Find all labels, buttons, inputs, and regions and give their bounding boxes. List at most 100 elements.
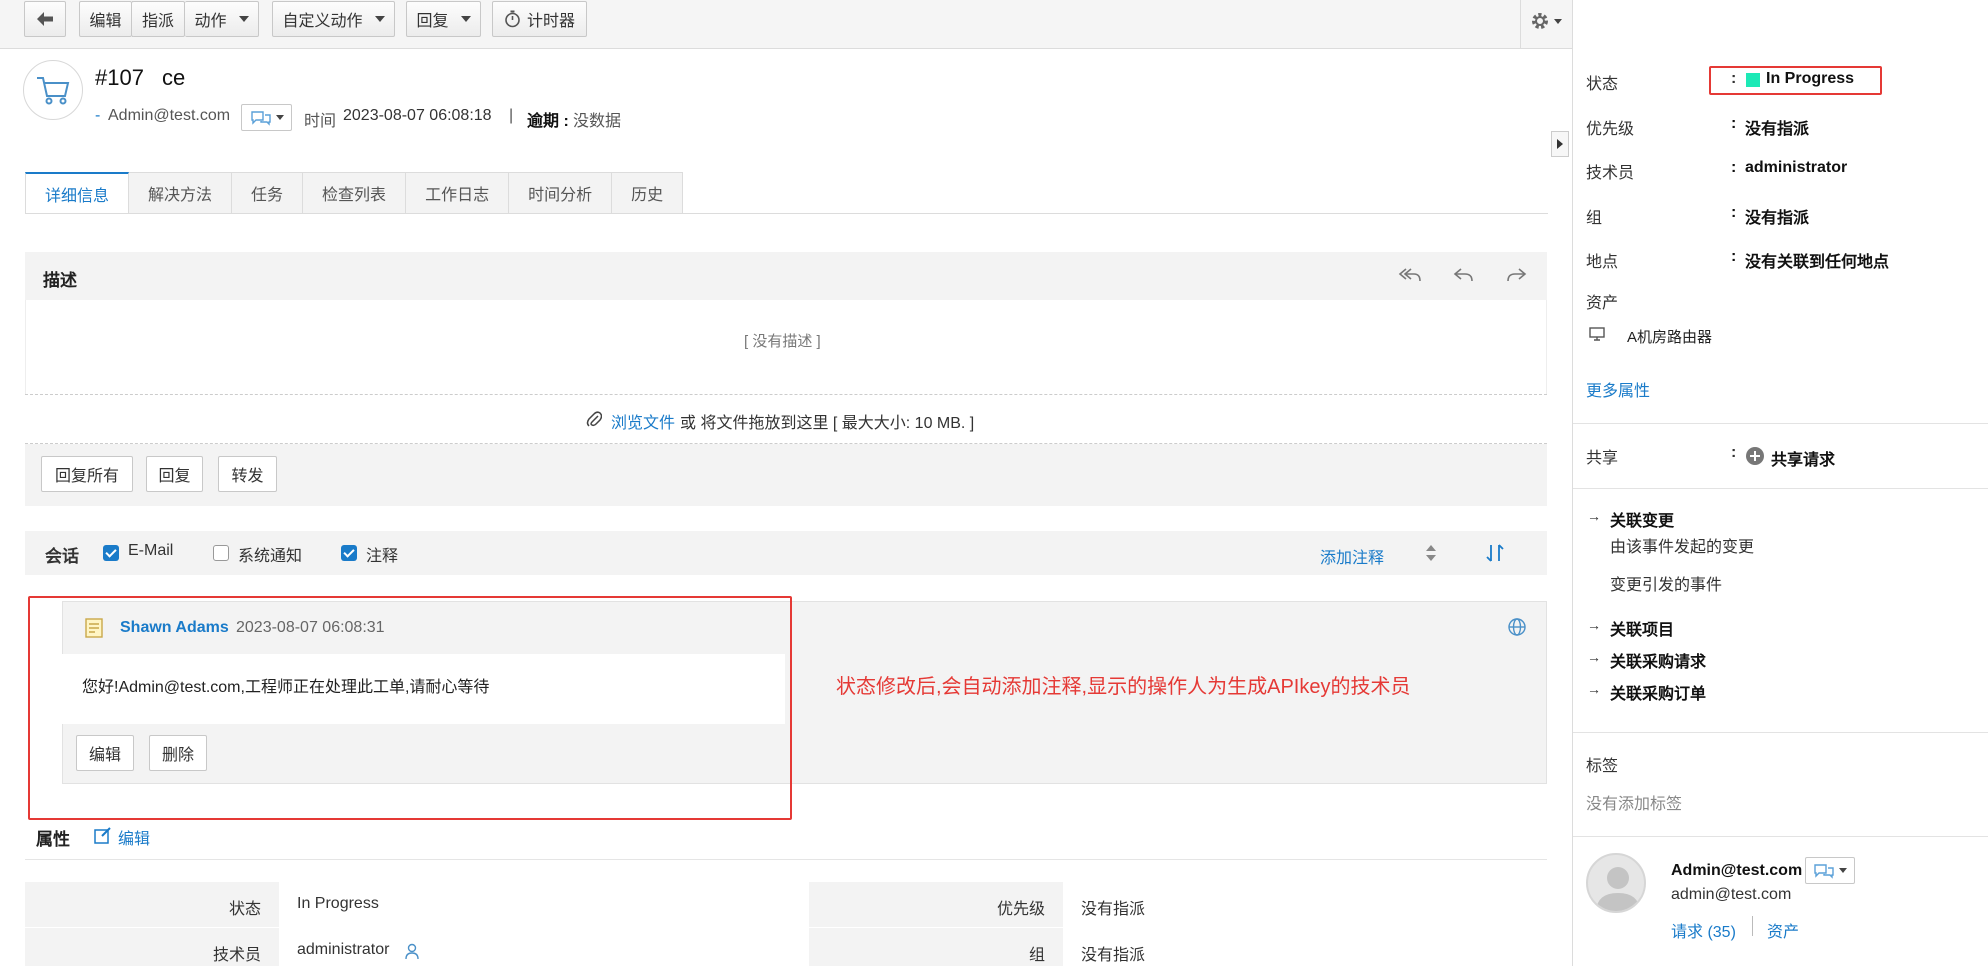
back-arrow-icon: [37, 12, 53, 26]
reply-all-button[interactable]: 回复所有: [41, 456, 133, 492]
chevron-right-icon: [1557, 139, 1563, 149]
linked-purchase-requests-title[interactable]: 关联采购请求: [1610, 648, 1706, 672]
linked-purchase-orders-title[interactable]: 关联采购订单: [1610, 680, 1706, 704]
chevron-down-icon: [460, 16, 471, 22]
user-email: admin@test.com: [1671, 886, 1792, 903]
asset-link[interactable]: A机房路由器: [1627, 326, 1712, 347]
edit-icon[interactable]: [94, 826, 112, 844]
status-label: 状态: [1586, 76, 1619, 93]
technician-icon[interactable]: [403, 942, 421, 960]
arrow-right-icon: →: [1587, 649, 1601, 665]
group-value[interactable]: 没有指派: [1745, 204, 1809, 228]
arrow-right-icon: →: [1587, 681, 1601, 697]
reply-all-icon[interactable]: [1398, 266, 1422, 284]
property-label: 优先级: [996, 901, 1045, 918]
browse-files-link[interactable]: 浏览文件: [611, 409, 675, 433]
tab-checklist[interactable]: 检查列表: [303, 172, 407, 214]
globe-icon[interactable]: [1507, 617, 1527, 637]
system-notice-filter-checkbox[interactable]: [213, 545, 229, 561]
empty-description: [ 没有描述 ]: [744, 333, 821, 350]
tab-time-analysis[interactable]: 时间分析: [509, 172, 613, 214]
collapse-panel-toggle[interactable]: [1551, 131, 1569, 157]
email-filter-checkbox[interactable]: [103, 545, 119, 561]
add-note-link[interactable]: 添加注释: [1320, 544, 1384, 568]
reply-dropdown[interactable]: 回复: [406, 1, 481, 37]
overdue-label: 逾期 :: [527, 113, 569, 130]
group-colon: :: [1731, 204, 1737, 221]
separator: |: [509, 107, 514, 124]
chevron-down-icon: [1839, 868, 1847, 873]
user-chat-dropdown[interactable]: [1805, 857, 1855, 884]
tab-tasks[interactable]: 任务: [232, 172, 304, 214]
monitor-icon: [1589, 327, 1605, 341]
settings-dropdown[interactable]: [1524, 6, 1568, 36]
detail-tabs: 详细信息 解决方法 任务 检查列表 工作日志 时间分析 历史: [25, 172, 684, 214]
request-id: #107: [95, 65, 144, 90]
technician-colon: :: [1731, 159, 1737, 176]
requester-prefix: -: [95, 107, 101, 124]
site-colon: :: [1731, 248, 1737, 265]
expand-collapse-icon[interactable]: [1425, 544, 1437, 562]
divider: [1573, 488, 1988, 489]
conversation-bar: 会话 E-Mail 系统通知 注释 添加注释: [25, 531, 1547, 575]
divider: [1573, 836, 1988, 837]
arrow-right-icon: →: [1587, 508, 1601, 524]
linked-change-item[interactable]: 变更引发的事件: [1610, 571, 1722, 595]
share-colon: :: [1731, 444, 1737, 461]
description-body: [ 没有描述 ]: [25, 300, 1547, 394]
forward-icon[interactable]: [1505, 266, 1527, 284]
attachment-dropzone[interactable]: 浏览文件 或 将文件拖放到这里 [ 最大大小: 10 MB. ]: [25, 394, 1547, 444]
tabs-divider: [25, 213, 1548, 214]
sort-order-icon[interactable]: [1485, 543, 1505, 563]
site-value[interactable]: 没有关联到任何地点: [1745, 248, 1889, 272]
assign-button[interactable]: 指派: [132, 1, 185, 37]
requester-link[interactable]: Admin@test.com: [108, 107, 230, 125]
properties-edit-link[interactable]: 编辑: [118, 825, 150, 849]
linked-change-item[interactable]: 由该事件发起的变更: [1610, 533, 1754, 557]
edit-button[interactable]: 编辑: [79, 1, 132, 37]
highlight-box: [28, 596, 792, 820]
properties-divider: [25, 859, 1547, 860]
gear-icon: [1532, 13, 1548, 29]
properties-title: 属性: [36, 830, 70, 849]
attachment-hint: 或 将文件拖放到这里 [ 最大大小: 10 MB. ]: [680, 415, 975, 432]
chat-dropdown[interactable]: [241, 104, 292, 131]
chevron-down-icon: [1554, 18, 1562, 24]
chevron-down-icon: [275, 115, 284, 120]
share-request-button[interactable]: 共享请求: [1771, 446, 1835, 470]
priority-colon: :: [1731, 115, 1737, 132]
add-circle-icon[interactable]: [1745, 446, 1765, 466]
notes-filter-label: 注释: [366, 548, 399, 565]
actions-dropdown[interactable]: 动作: [185, 1, 259, 37]
custom-actions-dropdown[interactable]: 自定义动作: [272, 1, 395, 37]
technician-value[interactable]: administrator: [1745, 159, 1847, 177]
status-value[interactable]: In Progress: [1766, 70, 1854, 88]
tags-empty: 没有添加标签: [1586, 796, 1683, 813]
arrow-right-icon: →: [1587, 617, 1601, 633]
divider: [1573, 732, 1988, 733]
timer-button[interactable]: 计时器: [492, 1, 587, 37]
chevron-down-icon: [374, 16, 385, 22]
annotation-text: 状态修改后,会自动添加注释,显示的操作人为生成APIkey的技术员: [836, 676, 1411, 698]
priority-label: 优先级: [1586, 121, 1635, 138]
user-assets-link[interactable]: 资产: [1767, 918, 1799, 942]
more-properties-link[interactable]: 更多属性: [1586, 377, 1650, 401]
priority-value[interactable]: 没有指派: [1745, 115, 1809, 139]
share-label: 共享: [1586, 450, 1619, 467]
property-value: In Progress: [297, 895, 379, 912]
tab-history[interactable]: 历史: [612, 172, 684, 214]
notes-filter-checkbox[interactable]: [341, 545, 357, 561]
reply-button[interactable]: 回复: [146, 456, 203, 492]
reply-icon[interactable]: [1453, 266, 1475, 284]
back-button[interactable]: [24, 1, 66, 37]
tab-resolution[interactable]: 解决方法: [129, 172, 233, 214]
tab-worklog[interactable]: 工作日志: [406, 172, 510, 214]
request-type-avatar: [23, 60, 83, 120]
tab-details[interactable]: 详细信息: [25, 172, 130, 214]
forward-button[interactable]: 转发: [218, 456, 277, 492]
divider: [1573, 423, 1988, 424]
linked-changes-title[interactable]: 关联变更: [1610, 507, 1674, 531]
user-requests-link[interactable]: 请求 (35): [1671, 918, 1736, 942]
linked-projects-title[interactable]: 关联项目: [1610, 616, 1674, 640]
assets-label: 资产: [1586, 295, 1619, 312]
